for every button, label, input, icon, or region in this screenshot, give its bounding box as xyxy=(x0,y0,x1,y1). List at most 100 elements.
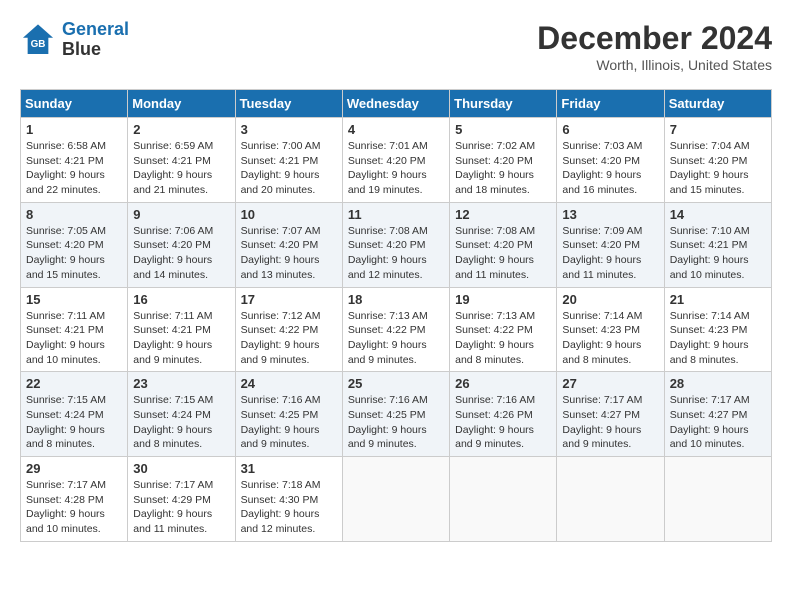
sunrise-line: Sunrise: 7:04 AM xyxy=(670,140,750,152)
sunset-line: Sunset: 4:30 PM xyxy=(241,494,319,506)
day-number: 10 xyxy=(241,207,337,222)
sunset-line: Sunset: 4:25 PM xyxy=(241,409,319,421)
sunrise-line: Sunrise: 7:17 AM xyxy=(562,394,642,406)
daylight-minutes: and 15 minutes. xyxy=(26,269,101,281)
day-info: Sunrise: 7:16 AM Sunset: 4:25 PM Dayligh… xyxy=(348,393,444,452)
header-monday: Monday xyxy=(128,90,235,118)
calendar-cell: 28 Sunrise: 7:17 AM Sunset: 4:27 PM Dayl… xyxy=(664,372,771,457)
sunrise-line: Sunrise: 7:05 AM xyxy=(26,225,106,237)
sunrise-line: Sunrise: 7:13 AM xyxy=(455,310,535,322)
day-info: Sunrise: 7:18 AM Sunset: 4:30 PM Dayligh… xyxy=(241,478,337,537)
daylight-minutes: and 21 minutes. xyxy=(133,184,208,196)
sunset-line: Sunset: 4:21 PM xyxy=(26,155,104,167)
calendar-cell: 31 Sunrise: 7:18 AM Sunset: 4:30 PM Dayl… xyxy=(235,457,342,542)
calendar-cell: 22 Sunrise: 7:15 AM Sunset: 4:24 PM Dayl… xyxy=(21,372,128,457)
sunrise-line: Sunrise: 7:08 AM xyxy=(455,225,535,237)
calendar-cell: 26 Sunrise: 7:16 AM Sunset: 4:26 PM Dayl… xyxy=(450,372,557,457)
sunrise-line: Sunrise: 7:18 AM xyxy=(241,479,321,491)
day-number: 22 xyxy=(26,376,122,391)
sunset-line: Sunset: 4:20 PM xyxy=(455,155,533,167)
day-info: Sunrise: 6:59 AM Sunset: 4:21 PM Dayligh… xyxy=(133,139,229,198)
daylight-minutes: and 8 minutes. xyxy=(26,438,95,450)
day-number: 19 xyxy=(455,292,551,307)
calendar-cell xyxy=(342,457,449,542)
day-info: Sunrise: 7:02 AM Sunset: 4:20 PM Dayligh… xyxy=(455,139,551,198)
sunrise-line: Sunrise: 7:11 AM xyxy=(133,310,212,322)
sunrise-line: Sunrise: 7:17 AM xyxy=(670,394,750,406)
calendar-cell: 6 Sunrise: 7:03 AM Sunset: 4:20 PM Dayli… xyxy=(557,118,664,203)
day-number: 26 xyxy=(455,376,551,391)
daylight-line: Daylight: 9 hours xyxy=(455,254,534,266)
sunset-line: Sunset: 4:20 PM xyxy=(670,155,748,167)
calendar-header-row: SundayMondayTuesdayWednesdayThursdayFrid… xyxy=(21,90,772,118)
daylight-line: Daylight: 9 hours xyxy=(133,339,212,351)
sunset-line: Sunset: 4:29 PM xyxy=(133,494,211,506)
day-number: 24 xyxy=(241,376,337,391)
day-info: Sunrise: 7:13 AM Sunset: 4:22 PM Dayligh… xyxy=(348,309,444,368)
header-sunday: Sunday xyxy=(21,90,128,118)
header-friday: Friday xyxy=(557,90,664,118)
sunrise-line: Sunrise: 7:14 AM xyxy=(670,310,750,322)
daylight-line: Daylight: 9 hours xyxy=(26,424,105,436)
daylight-minutes: and 16 minutes. xyxy=(562,184,637,196)
calendar-cell: 19 Sunrise: 7:13 AM Sunset: 4:22 PM Dayl… xyxy=(450,287,557,372)
daylight-line: Daylight: 9 hours xyxy=(562,254,641,266)
week-row-3: 15 Sunrise: 7:11 AM Sunset: 4:21 PM Dayl… xyxy=(21,287,772,372)
day-info: Sunrise: 7:11 AM Sunset: 4:21 PM Dayligh… xyxy=(133,309,229,368)
logo-icon: GB xyxy=(20,22,56,58)
day-info: Sunrise: 6:58 AM Sunset: 4:21 PM Dayligh… xyxy=(26,139,122,198)
day-info: Sunrise: 7:17 AM Sunset: 4:27 PM Dayligh… xyxy=(562,393,658,452)
sunset-line: Sunset: 4:22 PM xyxy=(241,324,319,336)
daylight-minutes: and 10 minutes. xyxy=(26,354,101,366)
calendar-cell: 2 Sunrise: 6:59 AM Sunset: 4:21 PM Dayli… xyxy=(128,118,235,203)
sunset-line: Sunset: 4:20 PM xyxy=(455,239,533,251)
daylight-minutes: and 10 minutes. xyxy=(670,438,745,450)
calendar-cell: 20 Sunrise: 7:14 AM Sunset: 4:23 PM Dayl… xyxy=(557,287,664,372)
sunset-line: Sunset: 4:20 PM xyxy=(348,239,426,251)
day-info: Sunrise: 7:07 AM Sunset: 4:20 PM Dayligh… xyxy=(241,224,337,283)
sunrise-line: Sunrise: 7:17 AM xyxy=(26,479,106,491)
sunrise-line: Sunrise: 7:15 AM xyxy=(26,394,106,406)
day-number: 3 xyxy=(241,122,337,137)
sunrise-line: Sunrise: 7:16 AM xyxy=(455,394,535,406)
sunrise-line: Sunrise: 7:07 AM xyxy=(241,225,321,237)
daylight-minutes: and 8 minutes. xyxy=(455,354,524,366)
day-info: Sunrise: 7:17 AM Sunset: 4:27 PM Dayligh… xyxy=(670,393,766,452)
daylight-minutes: and 10 minutes. xyxy=(670,269,745,281)
week-row-2: 8 Sunrise: 7:05 AM Sunset: 4:20 PM Dayli… xyxy=(21,202,772,287)
day-info: Sunrise: 7:12 AM Sunset: 4:22 PM Dayligh… xyxy=(241,309,337,368)
sunrise-line: Sunrise: 7:09 AM xyxy=(562,225,642,237)
day-info: Sunrise: 7:13 AM Sunset: 4:22 PM Dayligh… xyxy=(455,309,551,368)
calendar-cell: 11 Sunrise: 7:08 AM Sunset: 4:20 PM Dayl… xyxy=(342,202,449,287)
calendar-cell: 4 Sunrise: 7:01 AM Sunset: 4:20 PM Dayli… xyxy=(342,118,449,203)
sunrise-line: Sunrise: 7:02 AM xyxy=(455,140,535,152)
day-info: Sunrise: 7:15 AM Sunset: 4:24 PM Dayligh… xyxy=(26,393,122,452)
calendar-cell: 21 Sunrise: 7:14 AM Sunset: 4:23 PM Dayl… xyxy=(664,287,771,372)
day-info: Sunrise: 7:09 AM Sunset: 4:20 PM Dayligh… xyxy=(562,224,658,283)
day-number: 12 xyxy=(455,207,551,222)
calendar-cell: 8 Sunrise: 7:05 AM Sunset: 4:20 PM Dayli… xyxy=(21,202,128,287)
sunset-line: Sunset: 4:21 PM xyxy=(241,155,319,167)
day-info: Sunrise: 7:15 AM Sunset: 4:24 PM Dayligh… xyxy=(133,393,229,452)
daylight-line: Daylight: 9 hours xyxy=(26,508,105,520)
daylight-minutes: and 13 minutes. xyxy=(241,269,316,281)
day-number: 23 xyxy=(133,376,229,391)
calendar-subtitle: Worth, Illinois, United States xyxy=(537,57,772,73)
calendar-cell: 23 Sunrise: 7:15 AM Sunset: 4:24 PM Dayl… xyxy=(128,372,235,457)
day-info: Sunrise: 7:03 AM Sunset: 4:20 PM Dayligh… xyxy=(562,139,658,198)
header-thursday: Thursday xyxy=(450,90,557,118)
calendar-cell: 18 Sunrise: 7:13 AM Sunset: 4:22 PM Dayl… xyxy=(342,287,449,372)
daylight-minutes: and 11 minutes. xyxy=(562,269,636,281)
header-saturday: Saturday xyxy=(664,90,771,118)
day-info: Sunrise: 7:11 AM Sunset: 4:21 PM Dayligh… xyxy=(26,309,122,368)
day-number: 11 xyxy=(348,207,444,222)
daylight-line: Daylight: 9 hours xyxy=(348,424,427,436)
day-info: Sunrise: 7:08 AM Sunset: 4:20 PM Dayligh… xyxy=(455,224,551,283)
daylight-minutes: and 10 minutes. xyxy=(26,523,101,535)
daylight-line: Daylight: 9 hours xyxy=(26,254,105,266)
sunset-line: Sunset: 4:20 PM xyxy=(133,239,211,251)
day-info: Sunrise: 7:00 AM Sunset: 4:21 PM Dayligh… xyxy=(241,139,337,198)
sunset-line: Sunset: 4:20 PM xyxy=(348,155,426,167)
daylight-minutes: and 19 minutes. xyxy=(348,184,423,196)
sunrise-line: Sunrise: 7:14 AM xyxy=(562,310,642,322)
